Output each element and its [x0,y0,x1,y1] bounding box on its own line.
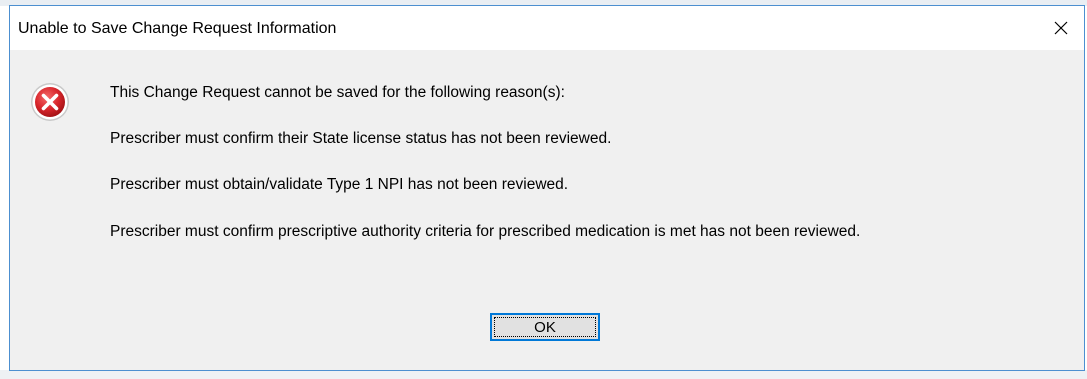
message-reason-prescriptive-authority: Prescriber must confirm prescriptive aut… [110,223,861,240]
dialog-titlebar[interactable]: Unable to Save Change Request Informatio… [10,6,1084,50]
dialog-title: Unable to Save Change Request Informatio… [18,20,337,37]
ok-button-label: OK [534,318,556,336]
message-reason-state-license: Prescriber must confirm their State lice… [110,130,612,147]
error-icon [31,83,69,121]
close-icon [1054,21,1068,35]
message-reason-npi: Prescriber must obtain/validate Type 1 N… [110,176,569,193]
message-heading: This Change Request cannot be saved for … [110,84,565,101]
ok-button[interactable]: OK [490,313,600,341]
error-dialog: Unable to Save Change Request Informatio… [9,5,1085,371]
close-button[interactable] [1038,6,1084,50]
background-window-edge-bottom [0,370,1087,379]
